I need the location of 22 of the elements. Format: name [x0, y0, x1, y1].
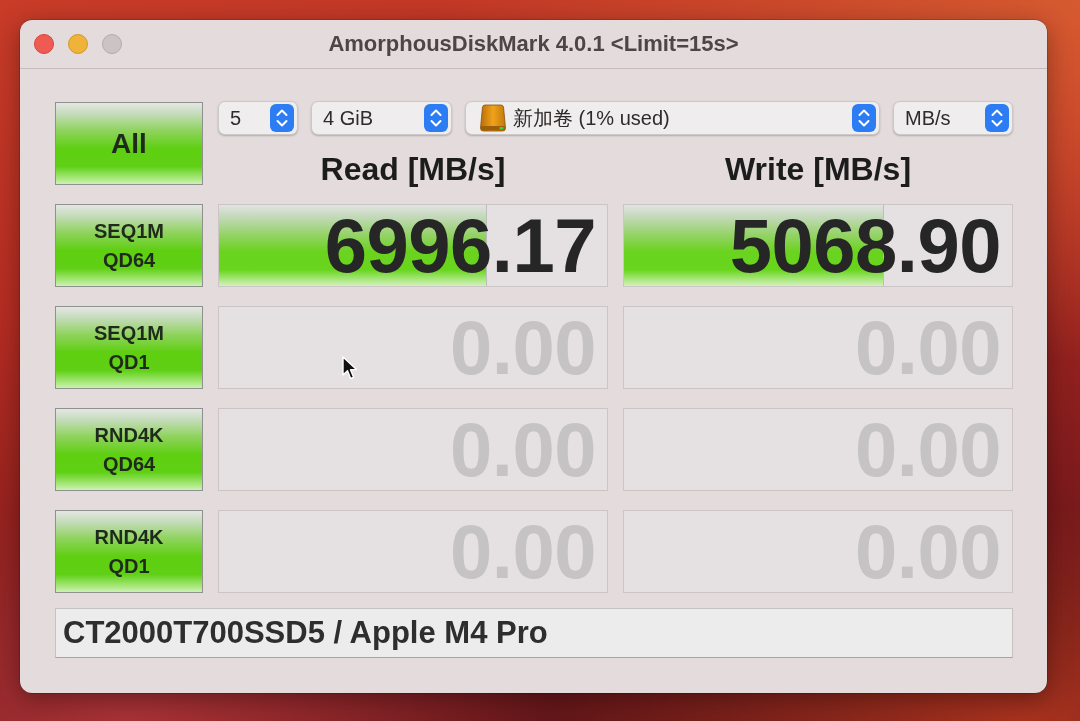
- stepper-arrows-icon: [424, 104, 448, 132]
- column-header: Read [MB/s]: [319, 154, 507, 185]
- stepper-arrows-icon: [270, 104, 294, 132]
- window-title: AmorphousDiskMark 4.0.1 <Limit=15s>: [328, 31, 739, 57]
- dropdown[interactable]: 5: [218, 101, 298, 135]
- test-button[interactable]: SEQ1M QD1: [55, 306, 203, 389]
- mouse-pointer-icon: [342, 356, 358, 381]
- test-button[interactable]: SEQ1M QD64: [55, 204, 203, 287]
- dropdown[interactable]: MB/s: [893, 101, 1013, 135]
- column-header: Write [MB/s]: [723, 154, 913, 185]
- comment-field[interactable]: CT2000T700SSD5 / Apple M4 Pro: [55, 608, 1013, 658]
- test-button[interactable]: RND4K QD64: [55, 408, 203, 491]
- zoom-button[interactable]: [102, 34, 122, 54]
- dropdown[interactable]: 新加卷 (1% used): [465, 101, 880, 135]
- all-button[interactable]: All: [55, 102, 203, 185]
- test-button[interactable]: RND4K QD1: [55, 510, 203, 593]
- dropdown[interactable]: 4 GiB: [311, 101, 452, 135]
- stepper-arrows-icon: [852, 104, 876, 132]
- minimize-button[interactable]: [68, 34, 88, 54]
- close-button[interactable]: [34, 34, 54, 54]
- stepper-arrows-icon: [985, 104, 1009, 132]
- drive-icon: [480, 104, 506, 132]
